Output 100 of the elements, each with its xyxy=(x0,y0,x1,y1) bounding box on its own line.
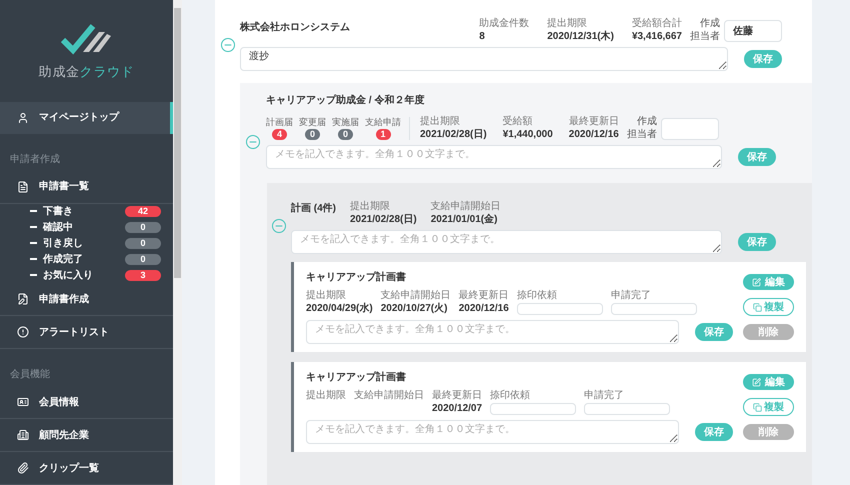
count-badge: 42 xyxy=(125,206,161,217)
document-title: キャリアアップ計画書 xyxy=(306,270,407,285)
owner-label: 担当者 xyxy=(690,30,720,43)
count-badge: 0 xyxy=(125,254,161,265)
stat-value: ¥3,416,667 xyxy=(632,30,682,43)
status-label: 計画届 xyxy=(266,117,293,129)
stat-value: 2021/02/28(日) xyxy=(350,214,417,226)
nav-subitem-label: 作成完了 xyxy=(43,252,84,267)
building-icon xyxy=(17,429,29,442)
owner-label: 担当者 xyxy=(626,128,657,141)
field-label: 申請完了 xyxy=(610,290,652,302)
edit-button[interactable]: 編集 xyxy=(743,374,794,390)
memo-field[interactable]: メモを記入できます。全角１００文字まで。 xyxy=(266,145,722,169)
collapse-icon[interactable] xyxy=(246,135,260,149)
count-badge: 4 xyxy=(272,128,287,140)
edit-icon xyxy=(752,378,761,386)
dash-icon xyxy=(30,258,37,260)
stat-label: 提出期限 xyxy=(306,390,346,402)
save-button[interactable]: 保存 xyxy=(744,50,782,68)
stat-value: 2020/12/07 xyxy=(432,402,482,415)
input-field[interactable] xyxy=(584,402,670,414)
nav-subitem-label: 引き戻し xyxy=(43,236,84,251)
copy-button[interactable]: 複製 xyxy=(743,298,794,316)
stat-label: 支給申請開始日 xyxy=(430,201,501,214)
memo-field[interactable]: 渡抄 xyxy=(240,47,728,71)
stat-label: 最終更新日 xyxy=(432,390,482,402)
status-label: 変更届 xyxy=(299,117,326,129)
dash-icon xyxy=(30,210,37,212)
nav-subitem-label: お気に入り xyxy=(43,268,94,283)
stat-value: 2020/12/31(木) xyxy=(547,30,614,43)
count-badge: 1 xyxy=(376,128,390,140)
stat-value: 2021/02/28(日) xyxy=(420,128,487,141)
scrollbar[interactable] xyxy=(173,0,182,485)
owner-field[interactable] xyxy=(660,118,719,140)
delete-button[interactable]: 削除 xyxy=(743,424,794,440)
owner-field[interactable]: 佐藤 xyxy=(724,20,782,42)
stat-value: ¥1,440,000 xyxy=(502,128,553,141)
section-header: 申請者作成 xyxy=(9,152,61,166)
stat-value: 2021/01/01(金) xyxy=(430,214,498,226)
count-badge: 0 xyxy=(125,238,161,249)
count-badge: 0 xyxy=(305,128,320,140)
field-label: 捺印依頼 xyxy=(490,390,532,402)
field-label: 捺印依頼 xyxy=(516,290,558,302)
brand-name: 助成金クラウド xyxy=(38,63,134,81)
collapse-icon[interactable] xyxy=(220,38,234,52)
status-label: 支給申請 xyxy=(365,117,401,129)
stat-label: 支給申請開始日 xyxy=(354,390,424,402)
input-field[interactable] xyxy=(490,402,576,414)
stat-value: 8 xyxy=(479,30,486,43)
section-header: 会員機能 xyxy=(9,368,51,382)
memo-field[interactable]: メモを記入できます。全角１００文字まで。 xyxy=(306,320,679,344)
stat-label: 提出期限 xyxy=(547,18,588,30)
document-pen-icon xyxy=(17,293,29,306)
user-icon xyxy=(17,112,29,124)
dash-icon xyxy=(30,226,37,228)
stat-label: 受給額 xyxy=(502,116,534,128)
owner-label: 作成 xyxy=(636,116,657,128)
save-button[interactable]: 保存 xyxy=(695,323,733,341)
stat-label: 受給額合計 xyxy=(632,18,682,30)
collapse-icon[interactable] xyxy=(272,219,286,233)
copy-icon xyxy=(753,302,762,312)
stat-label: 助成金件数 xyxy=(479,18,530,30)
edit-icon xyxy=(752,278,761,286)
stat-value: 2020/12/16 xyxy=(458,302,509,315)
count-badge: 0 xyxy=(125,222,161,233)
edit-button[interactable]: 編集 xyxy=(743,274,794,290)
input-field[interactable] xyxy=(516,302,603,314)
plan-title: 計画 (4件) xyxy=(291,202,336,216)
owner-label: 作成 xyxy=(700,18,720,30)
count-badge: 3 xyxy=(125,270,161,281)
stat-label: 最終更新日 xyxy=(568,116,619,128)
stat-label: 提出期限 xyxy=(306,290,347,302)
save-button[interactable]: 保存 xyxy=(695,423,733,441)
id-card-icon xyxy=(17,396,29,408)
status-label: 実施届 xyxy=(332,117,359,129)
memo-field[interactable]: メモを記入できます。全角１００文字まで。 xyxy=(306,420,679,444)
copy-button[interactable]: 複製 xyxy=(743,398,794,416)
nav-subitem-label: 確認中 xyxy=(43,220,74,235)
save-button[interactable]: 保存 xyxy=(738,233,776,251)
copy-icon xyxy=(753,402,762,412)
subsidy-title: キャリアアップ助成金 / 令和２年度 xyxy=(266,93,426,108)
field-label: 申請完了 xyxy=(584,390,626,402)
save-button[interactable]: 保存 xyxy=(738,148,776,166)
company-name: 株式会社ホロンシステム xyxy=(240,20,351,35)
logo-icon xyxy=(60,22,112,56)
memo-field[interactable]: メモを記入できます。全角１００文字まで。 xyxy=(291,230,722,254)
paperclip-icon xyxy=(17,462,29,474)
input-field[interactable] xyxy=(610,302,697,314)
dash-icon xyxy=(30,274,37,276)
stat-value: 2020/10/27(火) xyxy=(380,302,448,315)
stat-value: 2020/04/29(水) xyxy=(306,302,373,315)
alert-icon xyxy=(17,326,29,338)
dash-icon xyxy=(30,242,37,244)
count-badge: 0 xyxy=(338,128,353,140)
stat-label: 支給申請開始日 xyxy=(380,290,451,302)
nav-subitem-label: 下書き xyxy=(43,204,74,219)
stat-value: 2020/12/16 xyxy=(568,128,619,141)
stat-label: 最終更新日 xyxy=(458,290,509,302)
nav-item[interactable]: マイページトップ xyxy=(0,102,173,134)
delete-button[interactable]: 削除 xyxy=(743,324,794,340)
